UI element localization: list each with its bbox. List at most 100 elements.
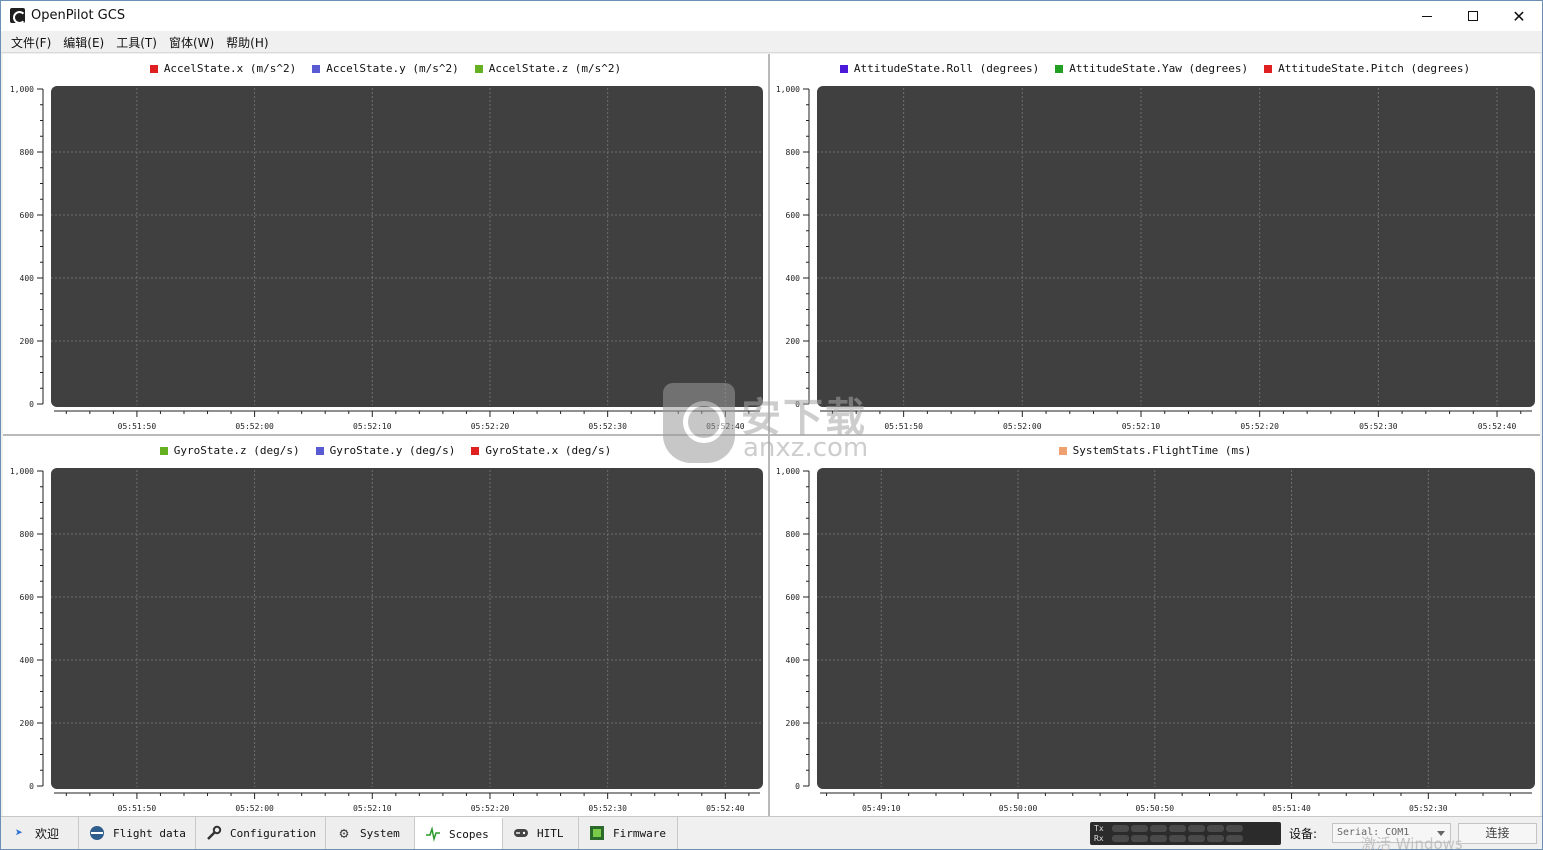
x-tick-label: 05:52:00 [235, 804, 274, 813]
menu-file[interactable]: 文件(F) [5, 31, 57, 52]
tab-configuration[interactable]: Configuration [196, 817, 326, 849]
legend-label: AttitudeState.Pitch (degrees) [1278, 62, 1471, 75]
legend-label: AccelState.z (m/s^2) [488, 62, 622, 75]
legend-label: GyroState.y (deg/s) [329, 444, 456, 457]
x-tick-label: 05:51:40 [1272, 804, 1311, 813]
menu-window[interactable]: 窗体(W) [163, 31, 220, 52]
legend-item[interactable]: AttitudeState.Roll (degrees) [839, 62, 1039, 75]
y-tick-label: 800 [20, 148, 35, 157]
maximize-icon [1468, 11, 1478, 21]
tab-flight-data[interactable]: Flight data [79, 817, 196, 849]
legend-item[interactable]: AttitudeState.Yaw (degrees) [1055, 62, 1248, 75]
y-tick-label: 600 [20, 211, 35, 220]
scope-legend: AccelState.x (m/s^2) AccelState.y (m/s^2)… [3, 62, 768, 75]
maximize-button[interactable] [1450, 1, 1496, 31]
plot-area [51, 86, 763, 407]
rx-led [1131, 835, 1148, 842]
legend-item[interactable]: AttitudeState.Pitch (degrees) [1264, 62, 1470, 75]
tab-welcome-label: 欢迎 [35, 826, 60, 841]
legend-label: GyroState.z (deg/s) [173, 444, 300, 457]
scope-plot: 0 200 400 600 800 1,000 05:49:10 05:50:00 05:50:… [776, 467, 1535, 813]
tx-led [1150, 825, 1167, 832]
x-tick-label: 05:52:10 [1122, 422, 1161, 431]
legend-item[interactable]: GyroState.x (deg/s) [471, 444, 611, 457]
legend-item[interactable]: SystemStats.FlightTime (ms) [1058, 444, 1252, 457]
x-tick-label: 05:52:30 [1359, 422, 1398, 431]
legend-item[interactable]: AccelState.y (m/s^2) [312, 62, 459, 75]
scope-gyro: 0 200 400 600 800 1,000 05:51:50 05:52:00 05:52:… [3, 436, 768, 816]
tab-welcome[interactable]: ➤ 欢迎 [1, 817, 79, 849]
x-tick-label: 05:52:10 [353, 804, 392, 813]
activate-windows-watermark: 激活 Windows [1361, 835, 1463, 850]
tab-scopes[interactable]: Scopes [415, 817, 503, 849]
plot-area [51, 468, 763, 789]
legend-label: SystemStats.FlightTime (ms) [1072, 444, 1252, 457]
chip-icon [589, 825, 605, 841]
x-tick-label: 05:51:50 [118, 804, 157, 813]
tab-configuration-label: Configuration [230, 826, 317, 840]
tab-firmware[interactable]: Firmware [579, 817, 678, 849]
tab-hitl[interactable]: HITL [503, 817, 579, 849]
y-tick-label: 0 [29, 400, 34, 409]
tab-flight-data-label: Flight data [113, 826, 186, 840]
gamepad-icon [513, 825, 529, 841]
y-tick-label: 0 [29, 782, 34, 791]
scope-accel: 0 200 400 600 800 1,000 05:51:50 05:52:00 05:52:… [3, 54, 768, 434]
scope-plot: 0 200 400 600 800 1,000 05:51:50 05:52:00 05:52:… [776, 85, 1535, 431]
rx-led [1150, 835, 1167, 842]
y-tick-label: 800 [786, 530, 801, 539]
y-tick-label: 1,000 [776, 467, 800, 476]
tx-led [1207, 825, 1224, 832]
y-tick-label: 600 [786, 593, 801, 602]
scopes-panel: 0 200 400 600 800 1,000 05:51:50 05:52:00 05:52:… [3, 54, 1540, 816]
gear-icon: ⚙ [339, 823, 349, 842]
x-tick-label: 05:50:00 [999, 804, 1038, 813]
close-icon: ✕ [1512, 6, 1526, 26]
x-tick-label: 05:51:50 [118, 422, 157, 431]
legend-label: AccelState.y (m/s^2) [326, 62, 459, 75]
y-tick-label: 400 [20, 274, 35, 283]
tx-label: Tx [1094, 824, 1104, 833]
tab-system[interactable]: ⚙ System [326, 817, 415, 849]
openpilot-logo-icon [10, 8, 26, 24]
x-tick-label: 05:52:40 [1478, 422, 1517, 431]
legend-item[interactable]: GyroState.y (deg/s) [315, 444, 456, 457]
scope-legend: GyroState.z (deg/s) GyroState.y (deg/s) Gy… [3, 444, 768, 457]
menu-tools[interactable]: 工具(T) [110, 31, 163, 52]
menu-help[interactable]: 帮助(H) [220, 31, 274, 52]
legend-swatch [312, 64, 321, 73]
wrench-icon [206, 825, 222, 841]
connect-button[interactable]: 连接 [1458, 823, 1537, 844]
x-tick-label: 05:52:20 [471, 804, 510, 813]
welcome-icon: ➤ [15, 825, 23, 841]
y-tick-label: 200 [786, 719, 801, 728]
scope-plot: 0 200 400 600 800 1,000 05:51:50 05:52:00 05:52:… [10, 467, 763, 813]
tx-led [1226, 825, 1243, 832]
close-button[interactable]: ✕ [1496, 1, 1542, 31]
legend-swatch [315, 446, 324, 455]
tx-led [1131, 825, 1148, 832]
y-tick-label: 200 [786, 337, 801, 346]
legend-item[interactable]: AccelState.z (m/s^2) [474, 62, 622, 75]
menu-edit[interactable]: 编辑(E) [57, 31, 110, 52]
minimize-button[interactable] [1404, 1, 1450, 31]
y-tick-label: 1,000 [776, 85, 800, 94]
window-title: OpenPilot GCS [31, 8, 126, 23]
x-tick-label: 05:52:30 [588, 422, 627, 431]
legend-swatch [159, 446, 168, 455]
tx-led [1112, 825, 1129, 832]
scope-attitude: 0 200 400 600 800 1,000 05:51:50 05:52:00 05:52:… [770, 54, 1540, 434]
x-tick-label: 05:52:40 [706, 422, 745, 431]
y-tick-label: 0 [795, 400, 800, 409]
y-tick-label: 0 [795, 782, 800, 791]
horizontal-splitter[interactable] [3, 434, 1540, 436]
legend-item[interactable]: GyroState.z (deg/s) [159, 444, 300, 457]
legend-swatch [1055, 64, 1064, 73]
rx-led [1207, 835, 1224, 842]
legend-item[interactable]: AccelState.x (m/s^2) [149, 62, 296, 75]
tab-firmware-label: Firmware [613, 826, 666, 840]
legend-label: GyroState.x (deg/s) [485, 444, 612, 457]
y-tick-label: 200 [20, 719, 35, 728]
menu-bar: 文件(F) 编辑(E) 工具(T) 窗体(W) 帮助(H) [1, 31, 1542, 53]
y-tick-label: 600 [20, 593, 35, 602]
